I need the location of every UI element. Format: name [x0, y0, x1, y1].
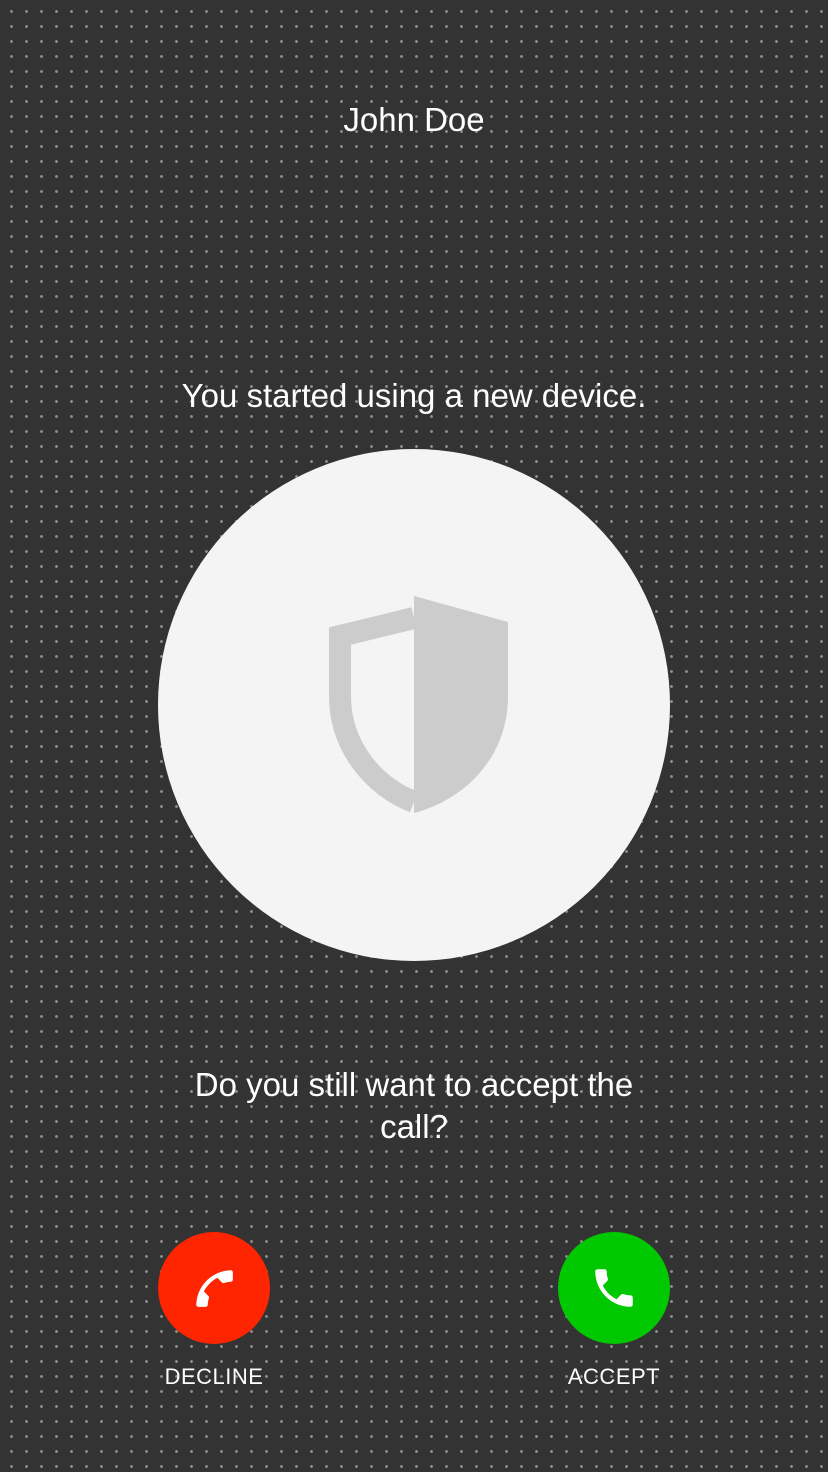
new-device-warning: You started using a new device.: [181, 377, 647, 414]
shield-icon: [329, 596, 508, 813]
phone-hangup-icon: [196, 1270, 233, 1307]
decline-label: DECLINE: [164, 1364, 264, 1389]
phone-icon: [595, 1269, 633, 1307]
accept-question: Do you still want to accept the call?: [194, 1066, 634, 1145]
decline-button[interactable]: [158, 1232, 270, 1344]
caller-name: John Doe: [343, 101, 485, 138]
accept-button[interactable]: [558, 1232, 670, 1344]
security-circle: [158, 449, 670, 961]
accept-label: ACCEPT: [567, 1364, 661, 1389]
